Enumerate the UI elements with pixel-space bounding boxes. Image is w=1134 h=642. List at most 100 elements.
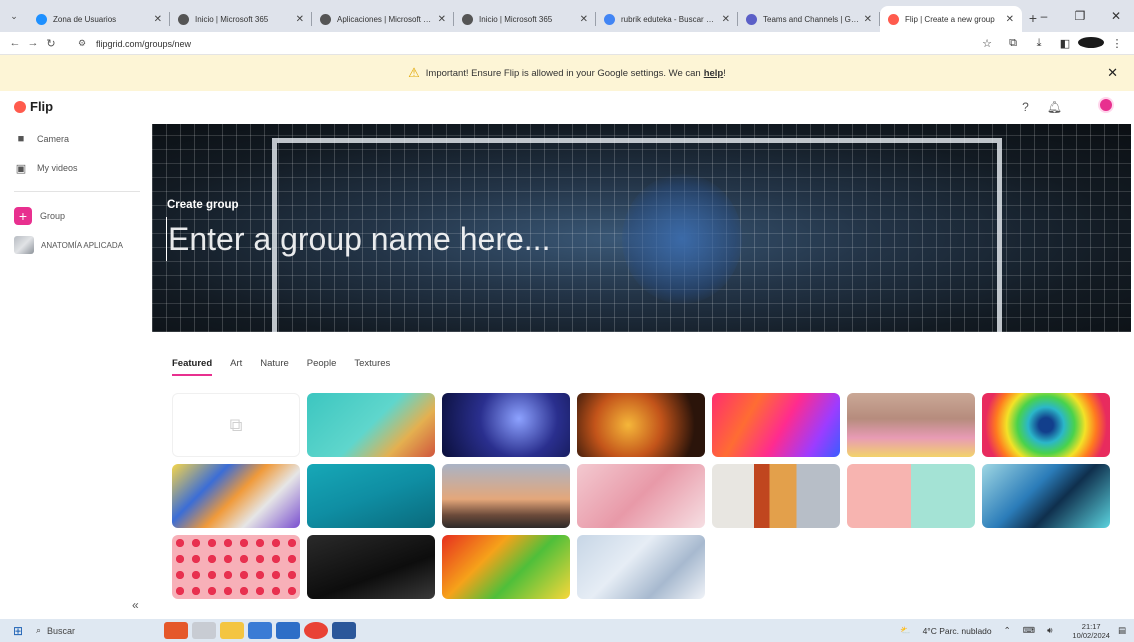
browser-tab[interactable]: Teams and Channels | General | ✕	[738, 6, 880, 32]
create-group-button[interactable]: + Group	[14, 207, 65, 225]
tab-title: Zona de Usuarios	[53, 14, 117, 24]
word-icon[interactable]	[332, 622, 356, 639]
user-avatar[interactable]	[1080, 97, 1114, 116]
download-icon[interactable]: ⤓	[1026, 37, 1052, 50]
banner-close-icon[interactable]: ✕	[1107, 65, 1118, 81]
browser-tab[interactable]: Inicio | Microsoft 365 ✕	[454, 6, 596, 32]
group-name-input[interactable]	[166, 217, 886, 261]
sidebar-item-label: My videos	[37, 163, 78, 173]
side-panel-icon[interactable]: ◧	[1052, 37, 1078, 50]
taskbar-search-label: Buscar	[47, 625, 76, 636]
task-view-icon[interactable]	[192, 622, 216, 639]
video-icon: ▣	[15, 162, 27, 175]
banner-help-link[interactable]: help	[704, 68, 724, 79]
file-explorer-icon[interactable]	[220, 622, 244, 639]
sidebar-item-camera[interactable]: ■ Camera	[14, 133, 69, 145]
tab-featured[interactable]: Featured	[172, 358, 213, 376]
tab-textures[interactable]: Textures	[354, 358, 390, 376]
menu-kebab-icon[interactable]: ⋮	[1104, 37, 1130, 50]
tab-close-icon[interactable]: ✕	[154, 14, 162, 25]
notifications-icon[interactable]: ▤	[1118, 625, 1126, 636]
browser-tab[interactable]: Zona de Usuarios ✕	[28, 6, 170, 32]
tab-close-icon[interactable]: ✕	[1006, 14, 1014, 25]
clock-time: 21:17	[1081, 621, 1101, 631]
weather-text[interactable]: 4°C Parc. nublado	[923, 626, 992, 636]
cover-thumbnail-marble[interactable]	[172, 464, 300, 528]
url-text: flipgrid.com/groups/new	[96, 38, 192, 49]
tab-nature[interactable]: Nature	[260, 358, 289, 376]
tab-title: Flip | Create a new group	[905, 14, 995, 24]
cover-thumbnail-rainbow-lines[interactable]	[712, 393, 840, 457]
app-name: Flip	[30, 99, 54, 114]
site-info-icon[interactable]: ⚙	[78, 38, 92, 49]
extensions-icon[interactable]: ⧉	[1000, 37, 1026, 50]
tab-close-icon[interactable]: ✕	[296, 14, 304, 25]
cover-thumbnail-galaxy[interactable]	[442, 393, 570, 457]
tab-close-icon[interactable]: ✕	[438, 14, 446, 25]
cover-thumbnail-bubbles[interactable]	[577, 393, 705, 457]
restore-button[interactable]: ❐	[1062, 9, 1098, 23]
profile-avatar[interactable]	[1078, 36, 1104, 51]
store-icon[interactable]	[248, 622, 272, 639]
banner-suffix: !	[723, 67, 726, 79]
network-icon[interactable]: ⌨	[1023, 625, 1035, 636]
cover-thumbnail-guitar[interactable]	[307, 535, 435, 599]
tab-search-button[interactable]: ⌄	[0, 0, 28, 32]
tab-favicon-icon	[462, 13, 473, 25]
collapse-sidebar-icon[interactable]: «	[132, 598, 139, 612]
notifications-bell-icon[interactable]: 🔔︎	[1047, 100, 1062, 114]
windows-start-icon[interactable]: ⊞	[0, 624, 36, 638]
cover-thumbnail-books[interactable]	[307, 393, 435, 457]
browser-tab[interactable]: Aplicaciones | Microsoft 365 ✕	[312, 6, 454, 32]
sidebar-item-my-videos[interactable]: ▣ My videos	[14, 162, 78, 175]
plus-icon: +	[14, 207, 32, 225]
chrome-icon[interactable]	[304, 622, 328, 639]
cover-thumbnail-ink[interactable]	[982, 464, 1110, 528]
cover-thumbnail-sprinkles[interactable]	[577, 464, 705, 528]
tab-favicon-icon	[604, 13, 615, 25]
browser-tab[interactable]: Flip | Create a new group ✕	[880, 6, 1022, 32]
taskbar-apps	[164, 622, 360, 639]
tray-overflow-icon[interactable]: ⌃	[1004, 625, 1011, 636]
tab-close-icon[interactable]: ✕	[722, 14, 730, 25]
browser-tab[interactable]: Inicio | Microsoft 365 ✕	[170, 6, 312, 32]
cover-category-tabs: Featured Art Nature People Textures	[172, 358, 408, 376]
sidebar-group-anatomia[interactable]: ANATOMÍA APLICADA	[14, 236, 123, 254]
cover-thumbnail-underwater[interactable]	[307, 464, 435, 528]
sidebar-divider	[14, 191, 140, 192]
search-icon: ⌕	[36, 625, 42, 635]
mail-icon[interactable]	[276, 622, 300, 639]
cover-thumbnail-gummy-bears[interactable]	[442, 535, 570, 599]
taskbar-search[interactable]: ⌕ Buscar	[36, 625, 136, 636]
url-field[interactable]: ⚙ flipgrid.com/groups/new	[78, 34, 978, 53]
cover-thumbnail-spiral[interactable]	[982, 393, 1110, 457]
tab-title: rubrik eduteka - Buscar con Go	[621, 14, 718, 24]
tab-close-icon[interactable]: ✕	[580, 14, 588, 25]
volume-icon[interactable]: 🔊︎	[1047, 625, 1052, 636]
minimize-button[interactable]: –	[1026, 9, 1062, 23]
cover-thumbnail-empty[interactable]: ⧉	[172, 393, 300, 457]
browser-tab[interactable]: rubrik eduteka - Buscar con Go ✕	[596, 6, 738, 32]
tab-close-icon[interactable]: ✕	[864, 14, 872, 25]
back-button[interactable]: ←	[6, 37, 24, 49]
help-icon[interactable]: ?	[1022, 100, 1029, 114]
cover-thumbnail-red-dots[interactable]	[172, 535, 300, 599]
cover-thumbnail-balloons[interactable]	[847, 393, 975, 457]
camera-icon: ■	[17, 133, 25, 145]
cover-thumbnail-headphones[interactable]	[847, 464, 975, 528]
cover-thumbnail-tinsel[interactable]	[577, 535, 705, 599]
flip-logo-icon	[14, 100, 26, 113]
reload-button[interactable]: ↻	[42, 37, 60, 50]
cover-thumbnail-lockers[interactable]	[712, 464, 840, 528]
cover-thumbnail-hot-air-balloons[interactable]	[442, 464, 570, 528]
tab-people[interactable]: People	[307, 358, 337, 376]
tab-art[interactable]: Art	[230, 358, 242, 376]
forward-button[interactable]: →	[24, 37, 42, 49]
address-bar-row: ← → ↻ ⚙ flipgrid.com/groups/new ☆ ⧉ ⤓ ◧ …	[0, 32, 1134, 55]
clock[interactable]: 21:17 10/02/2024	[1072, 622, 1110, 640]
flip-logo[interactable]: Flip	[14, 99, 53, 114]
game-app-icon[interactable]	[164, 622, 188, 639]
weather-icon[interactable]: ⛅	[900, 625, 911, 636]
close-window-button[interactable]: ✕	[1098, 9, 1134, 23]
bookmark-star-icon[interactable]: ☆	[974, 37, 1000, 50]
